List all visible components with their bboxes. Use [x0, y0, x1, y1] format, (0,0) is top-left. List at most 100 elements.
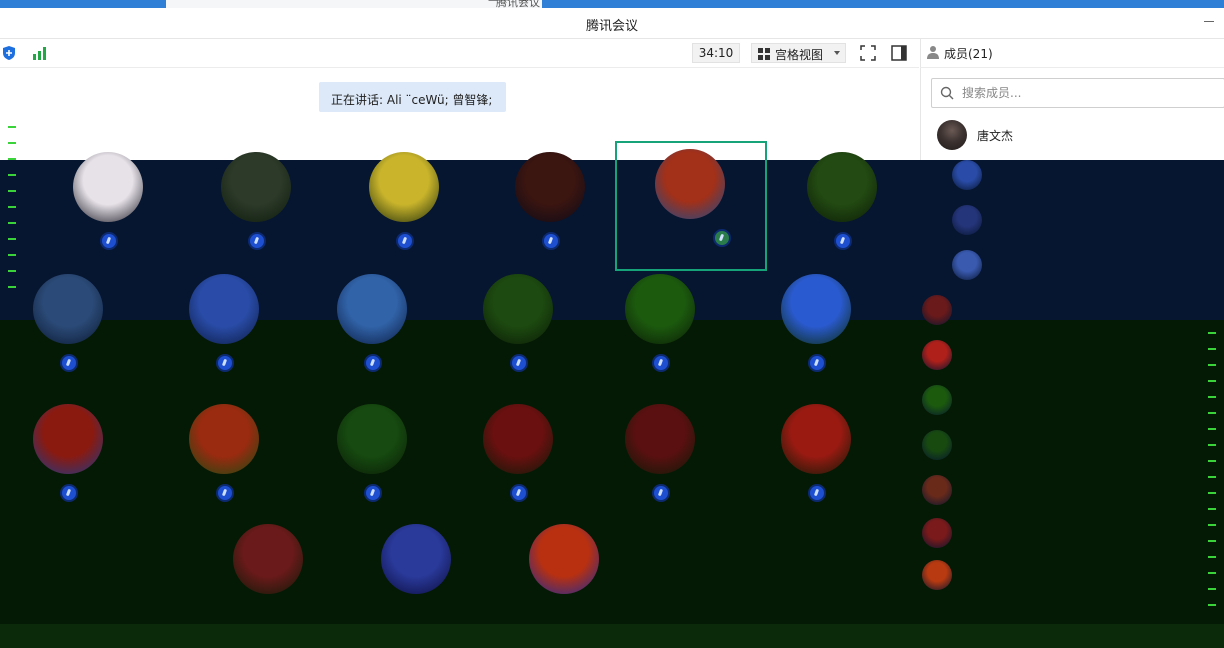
avatar	[33, 404, 103, 474]
avatar	[337, 404, 407, 474]
participant-tile[interactable]	[458, 398, 578, 518]
avatar	[937, 120, 967, 150]
member-search-input[interactable]	[962, 83, 1212, 103]
participant-tile[interactable]	[208, 518, 328, 638]
search-icon	[940, 86, 954, 100]
members-count-label: 成员(21)	[944, 47, 993, 61]
minimize-icon[interactable]	[1202, 14, 1216, 28]
avatar	[233, 524, 303, 594]
participant-tile[interactable]	[600, 398, 720, 518]
mic-status-icon	[542, 232, 560, 250]
mic-status-icon	[60, 484, 78, 502]
mic-status-icon	[396, 232, 414, 250]
avatar	[221, 152, 291, 222]
meeting-timer: 34:10	[692, 43, 740, 63]
background-close-icon: ✕	[520, 0, 529, 6]
volume-dash	[8, 238, 16, 240]
background-minimize-icon: —	[488, 0, 498, 6]
avatar	[189, 404, 259, 474]
avatar	[529, 524, 599, 594]
participant-tile[interactable]	[164, 268, 284, 388]
signal-bars-icon[interactable]	[31, 45, 49, 61]
participant-tile[interactable]	[344, 146, 464, 266]
volume-dash	[8, 142, 16, 144]
avatar	[781, 404, 851, 474]
avatar	[483, 274, 553, 344]
volume-dash	[1208, 524, 1216, 526]
background-window-tab: 腾讯会议 — ✕	[166, 0, 542, 9]
grid-icon	[758, 48, 770, 60]
chevron-down-icon	[834, 51, 840, 55]
mic-status-icon	[216, 354, 234, 372]
member-avatar	[952, 160, 982, 190]
mic-status-icon	[248, 232, 266, 250]
volume-dash	[1208, 364, 1216, 366]
volume-dash	[8, 158, 16, 160]
avatar	[781, 274, 851, 344]
participant-tile[interactable]	[312, 398, 432, 518]
participant-tile[interactable]	[756, 398, 876, 518]
volume-dash	[1208, 332, 1216, 334]
view-mode-label: 宫格视图	[775, 48, 824, 62]
mic-status-icon	[652, 354, 670, 372]
volume-dash	[1208, 412, 1216, 414]
meeting-toolbar: 34:10 宫格视图	[0, 39, 919, 68]
members-panel-header: 成员(21)	[920, 39, 1224, 68]
member-list-item[interactable]: 唐文杰	[937, 118, 1217, 152]
volume-dash	[1208, 444, 1216, 446]
os-taskbar-strip: 腾讯会议 — ✕	[0, 0, 1224, 9]
avatar	[515, 152, 585, 222]
side-panel-icon[interactable]	[891, 45, 907, 61]
volume-dash	[8, 174, 16, 176]
member-avatar	[922, 385, 952, 415]
participant-tile[interactable]	[615, 141, 767, 271]
volume-dash	[1208, 460, 1216, 462]
participant-tile[interactable]	[756, 268, 876, 388]
participant-tile[interactable]	[312, 268, 432, 388]
volume-dash	[1208, 572, 1216, 574]
volume-dash	[8, 190, 16, 192]
volume-dash	[8, 126, 16, 128]
volume-dash	[1208, 604, 1216, 606]
participant-tile[interactable]	[8, 268, 128, 388]
participant-tile[interactable]	[356, 518, 476, 638]
avatar	[625, 274, 695, 344]
avatar	[655, 149, 725, 219]
volume-dash	[1208, 428, 1216, 430]
avatar	[33, 274, 103, 344]
mic-status-icon	[216, 484, 234, 502]
fullscreen-icon[interactable]	[860, 45, 876, 61]
mic-status-icon	[713, 229, 731, 247]
member-search-box[interactable]	[931, 78, 1224, 108]
avatar	[337, 274, 407, 344]
view-mode-button[interactable]: 宫格视图	[751, 43, 846, 63]
mic-status-icon	[808, 354, 826, 372]
mic-status-icon	[510, 354, 528, 372]
mic-status-icon	[652, 484, 670, 502]
volume-dash	[8, 222, 16, 224]
member-avatar	[922, 295, 952, 325]
volume-dash	[8, 270, 16, 272]
avatar	[189, 274, 259, 344]
member-avatar	[952, 250, 982, 280]
shield-icon[interactable]	[2, 45, 16, 61]
mic-status-icon	[834, 232, 852, 250]
volume-dash	[1208, 476, 1216, 478]
window-titlebar: 腾讯会议	[0, 8, 1224, 39]
participant-tile[interactable]	[490, 146, 610, 266]
participant-tile[interactable]	[164, 398, 284, 518]
member-avatar	[922, 518, 952, 548]
participant-tile[interactable]	[504, 518, 624, 638]
participant-tile[interactable]	[458, 268, 578, 388]
participant-tile[interactable]	[782, 146, 902, 266]
speaking-indicator: 正在讲话: Ali ¨ceWü; 曾智锋;	[319, 82, 524, 118]
participant-tile[interactable]	[48, 146, 168, 266]
avatar	[381, 524, 451, 594]
participant-tile[interactable]	[8, 398, 128, 518]
volume-dash	[8, 286, 16, 288]
mic-status-icon	[60, 354, 78, 372]
avatar	[807, 152, 877, 222]
participant-tile[interactable]	[196, 146, 316, 266]
participant-tile[interactable]	[600, 268, 720, 388]
mic-status-icon	[100, 232, 118, 250]
